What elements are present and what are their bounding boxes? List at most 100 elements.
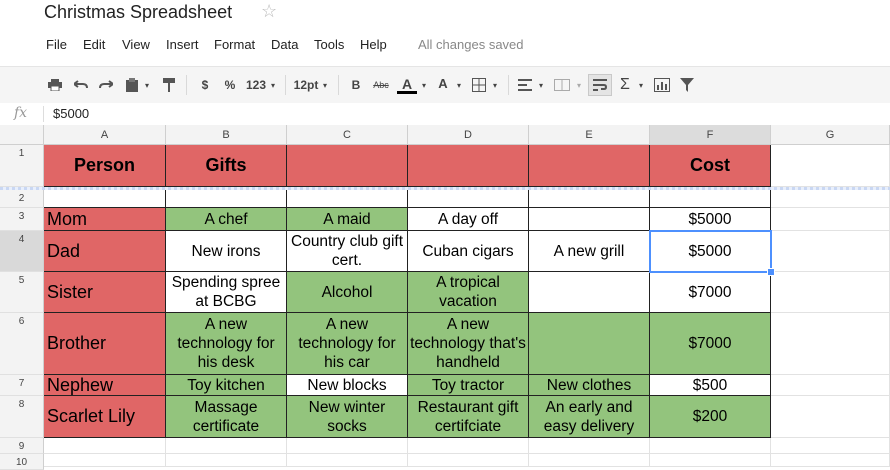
grid-cell[interactable]: [166, 454, 287, 467]
fill-color-button[interactable]: A: [434, 76, 452, 94]
gift-cell[interactable]: A chef: [166, 208, 287, 231]
chevron-down-icon[interactable]: ▾: [636, 76, 646, 94]
gift-cell[interactable]: An early and easy delivery: [529, 396, 650, 438]
strikethrough-button[interactable]: Abc: [370, 76, 392, 94]
gift-cell[interactable]: Spending spree at BCBG: [166, 272, 287, 313]
person-cell[interactable]: Scarlet Lily: [44, 396, 166, 438]
gift-cell[interactable]: Toy tractor: [408, 375, 529, 396]
row-header-1[interactable]: 1: [0, 145, 44, 187]
insert-chart-icon[interactable]: [652, 76, 672, 94]
cost-cell[interactable]: $5000: [650, 231, 771, 272]
column-header-c[interactable]: C: [287, 125, 408, 145]
star-icon[interactable]: ☆: [261, 1, 277, 22]
cost-cell[interactable]: $500: [650, 375, 771, 396]
grid-cell[interactable]: [44, 190, 166, 208]
gift-cell[interactable]: A new technology for his desk: [166, 313, 287, 375]
grid-cell[interactable]: [166, 438, 287, 454]
person-cell[interactable]: Mom: [44, 208, 166, 231]
header-cell-e1[interactable]: [529, 145, 650, 187]
chevron-down-icon[interactable]: ▾: [268, 76, 278, 94]
grid-cell[interactable]: [650, 454, 771, 467]
row-header-6[interactable]: 6: [0, 313, 44, 375]
row-header-5[interactable]: 5: [0, 272, 44, 313]
column-header-g[interactable]: G: [771, 125, 890, 145]
gift-cell[interactable]: A day off: [408, 208, 529, 231]
number-format-button[interactable]: 123: [244, 76, 268, 94]
row-header-2[interactable]: 2: [0, 190, 44, 208]
grid-cell[interactable]: [408, 438, 529, 454]
grid-cell[interactable]: [166, 190, 287, 208]
header-cell-person[interactable]: Person: [44, 145, 166, 187]
grid-cell[interactable]: [771, 454, 890, 467]
bold-button[interactable]: B: [348, 76, 364, 94]
column-header-f[interactable]: F: [650, 125, 771, 145]
grid-cell[interactable]: [771, 190, 890, 208]
gift-cell[interactable]: A new technology for his car: [287, 313, 408, 375]
fill-handle[interactable]: [767, 268, 775, 276]
row-header-7[interactable]: 7: [0, 375, 44, 396]
chevron-down-icon[interactable]: ▾: [142, 76, 152, 94]
header-cell-gifts[interactable]: Gifts: [166, 145, 287, 187]
gift-cell[interactable]: New irons: [166, 231, 287, 272]
chevron-down-icon[interactable]: ▾: [454, 76, 464, 94]
menu-help[interactable]: Help: [360, 37, 387, 52]
menu-tools[interactable]: Tools: [314, 37, 344, 52]
column-header-e[interactable]: E: [529, 125, 650, 145]
grid-cell[interactable]: [408, 190, 529, 208]
gift-cell[interactable]: A new grill: [529, 231, 650, 272]
grid-cell[interactable]: [408, 454, 529, 467]
row-header-4[interactable]: 4: [0, 231, 44, 272]
paste-icon[interactable]: [123, 76, 141, 94]
grid-cell[interactable]: [771, 313, 890, 375]
grid-cell[interactable]: [771, 208, 890, 231]
header-cell-cost[interactable]: Cost: [650, 145, 771, 187]
grid-cell[interactable]: [44, 438, 166, 454]
borders-icon[interactable]: [470, 76, 488, 94]
cost-cell[interactable]: $7000: [650, 313, 771, 375]
grid-cell[interactable]: [529, 190, 650, 208]
cost-cell[interactable]: $200: [650, 396, 771, 438]
row-header-9[interactable]: 9: [0, 438, 44, 454]
person-cell[interactable]: Dad: [44, 231, 166, 272]
grid-cell[interactable]: [771, 396, 890, 438]
gift-cell[interactable]: A tropical vacation: [408, 272, 529, 313]
gift-cell[interactable]: New clothes: [529, 375, 650, 396]
grid-cell[interactable]: [771, 272, 890, 313]
column-header-d[interactable]: D: [408, 125, 529, 145]
menu-file[interactable]: File: [46, 37, 67, 52]
person-cell[interactable]: Nephew: [44, 375, 166, 396]
currency-format-button[interactable]: $: [196, 76, 214, 94]
header-cell-d1[interactable]: [408, 145, 529, 187]
document-title[interactable]: Christmas Spreadsheet: [44, 2, 232, 23]
grid-cell[interactable]: [44, 454, 166, 467]
grid-cell[interactable]: [771, 145, 890, 187]
grid-cell[interactable]: [771, 231, 890, 272]
undo-icon[interactable]: [72, 76, 90, 94]
menu-edit[interactable]: Edit: [83, 37, 105, 52]
grid-cell[interactable]: [287, 438, 408, 454]
menu-view[interactable]: View: [122, 37, 150, 52]
gift-cell[interactable]: A maid: [287, 208, 408, 231]
gift-cell[interactable]: Country club gift cert.: [287, 231, 408, 272]
gift-cell[interactable]: New blocks: [287, 375, 408, 396]
chevron-down-icon[interactable]: ▾: [320, 76, 330, 94]
row-header-3[interactable]: 3: [0, 208, 44, 231]
grid-cell[interactable]: [650, 190, 771, 208]
menu-format[interactable]: Format: [214, 37, 255, 52]
merge-cells-icon[interactable]: [552, 76, 572, 94]
paint-format-icon[interactable]: [160, 76, 178, 94]
grid-cell[interactable]: [287, 454, 408, 467]
percent-format-button[interactable]: %: [221, 76, 239, 94]
gift-cell[interactable]: Restaurant gift certifciate: [408, 396, 529, 438]
chevron-down-icon[interactable]: ▾: [490, 76, 500, 94]
gift-cell[interactable]: New winter socks: [287, 396, 408, 438]
gift-cell[interactable]: Toy kitchen: [166, 375, 287, 396]
chevron-down-icon[interactable]: ▾: [419, 76, 429, 94]
gift-cell[interactable]: Cuban cigars: [408, 231, 529, 272]
grid-cell[interactable]: [529, 438, 650, 454]
grid-cell[interactable]: [287, 190, 408, 208]
menu-data[interactable]: Data: [271, 37, 298, 52]
gift-cell[interactable]: [529, 313, 650, 375]
print-icon[interactable]: [46, 76, 64, 94]
grid-cell[interactable]: [771, 438, 890, 454]
